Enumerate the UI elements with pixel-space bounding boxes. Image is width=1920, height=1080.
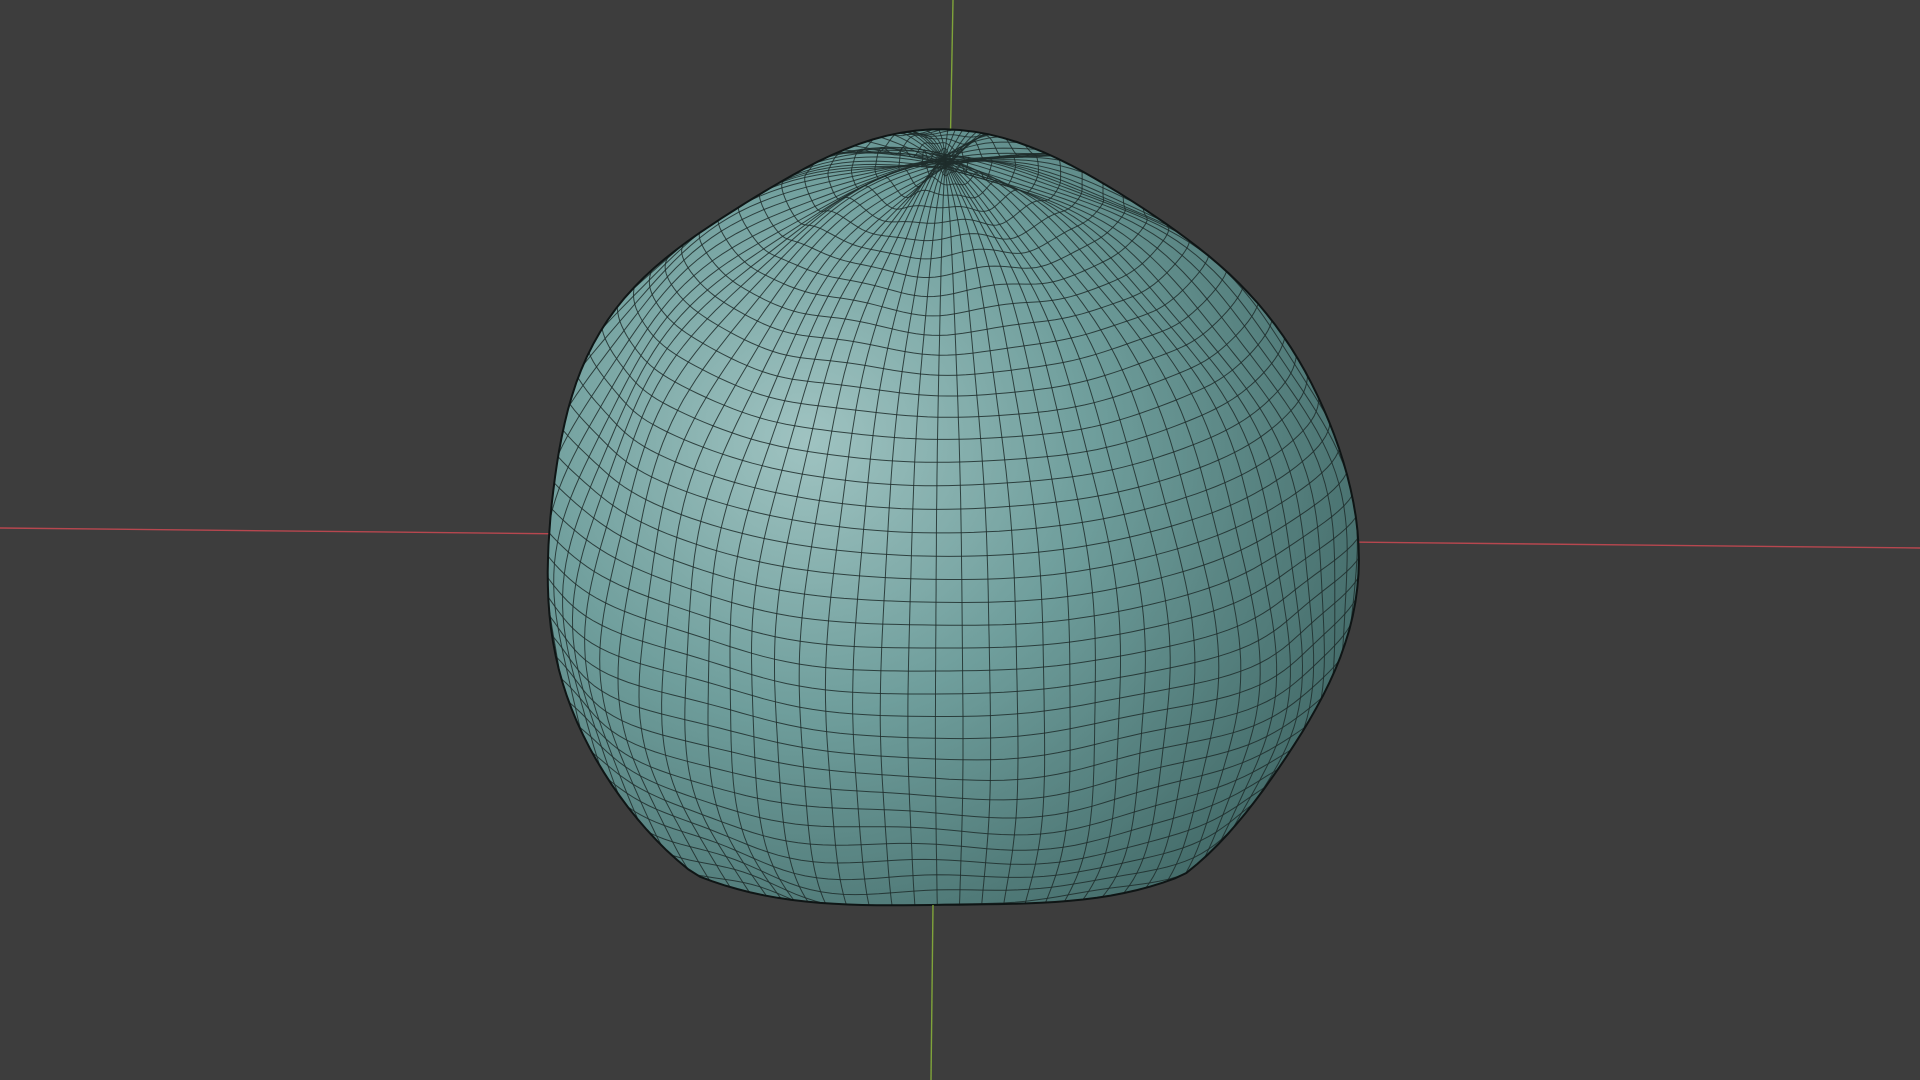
3d-viewport[interactable] [0,0,1920,1080]
sphere-mesh[interactable] [525,120,1367,968]
wire-edge [882,956,1033,967]
wire-edge [783,935,869,957]
wire-edge [875,942,1075,968]
wire-edge [868,931,1109,967]
wire-edge [752,922,862,950]
y-axis-line-lower [930,904,934,1080]
wire-edge [722,903,856,906]
viewport-canvas[interactable] [0,0,1920,1080]
wire-edge [862,919,1140,963]
wire-edge [856,906,1166,958]
wire-edge [860,962,882,967]
wire-edge [818,945,875,962]
